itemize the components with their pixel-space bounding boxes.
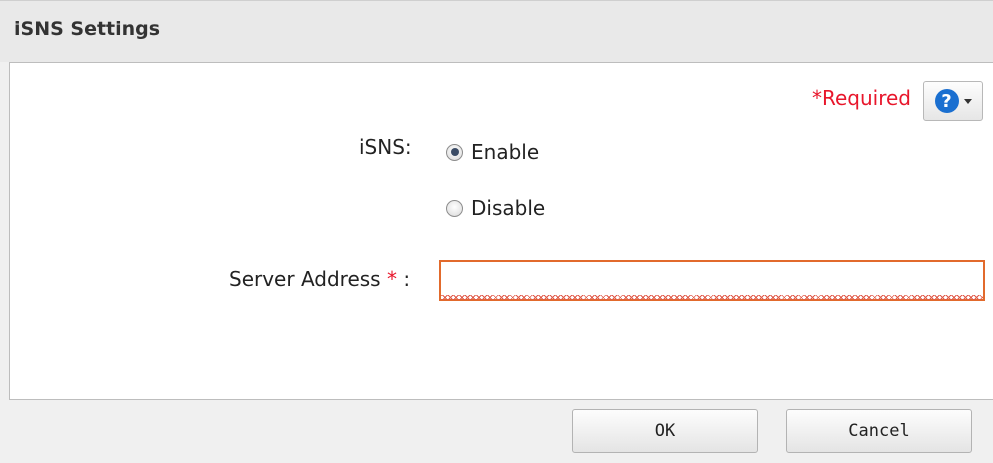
label-colon: : (403, 267, 411, 291)
radio-enable-label: Enable (471, 140, 540, 164)
dialog-title: iSNS Settings (14, 18, 161, 40)
caret-down-icon (963, 98, 972, 104)
required-note: *Required (811, 86, 911, 110)
dialog-titlebar: iSNS Settings (0, 0, 993, 62)
isns-disable-option[interactable]: Disable (446, 196, 545, 220)
ok-button[interactable]: OK (572, 409, 758, 453)
server-address-label: Server Address (229, 267, 381, 291)
dialog-content: *Required ? iSNS: Enable Disable Server … (9, 62, 993, 400)
radio-disable-label: Disable (471, 196, 546, 220)
help-button[interactable]: ? (923, 81, 983, 121)
question-circle-icon: ? (934, 89, 959, 113)
isns-settings-dialog: iSNS Settings *Required ? iSNS: Enable D… (0, 0, 993, 463)
radio-enable[interactable] (446, 143, 463, 161)
required-star: * (386, 267, 397, 291)
cancel-button[interactable]: Cancel (786, 409, 972, 453)
isns-label: iSNS: (359, 135, 412, 159)
isns-enable-option[interactable]: Enable (446, 140, 539, 164)
radio-disable[interactable] (446, 199, 463, 217)
server-address-input[interactable] (439, 260, 985, 301)
server-address-label-group: Server Address * : (229, 267, 410, 291)
